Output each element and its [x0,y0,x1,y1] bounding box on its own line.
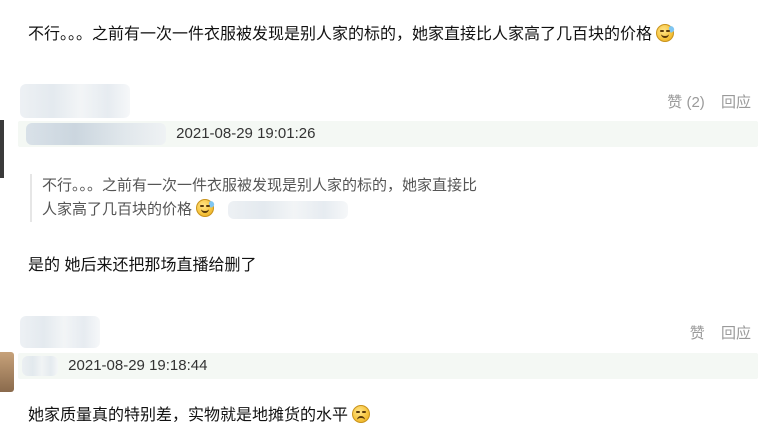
comment-meta: 2021-08-29 19:01:26 [18,121,758,147]
quoted-username[interactable] [228,201,349,220]
comment-actions: 赞 (2) 回应 [655,91,751,112]
avatar-edge [0,352,14,392]
comment-meta: 2021-08-29 19:18:44 [18,353,758,379]
comment-body: 是的 她后来还把那场直播给删了 [28,257,257,274]
quote-line: 人家高了几百块的价格 [42,198,477,222]
reply-button[interactable]: 回应 [721,94,751,111]
comment-text: 不行。。。之前有一次一件衣服被发现是别人家的标的，她家直接比人家高了几百块的价格 [28,20,676,44]
comment-text: 她家质量真的特别差，实物就是地摊货的水平 [28,401,371,425]
timestamp: 2021-08-29 19:01:26 [176,125,316,142]
reply-button[interactable]: 回应 [721,325,751,342]
sweat-smile-emoji [196,199,216,217]
avatar[interactable] [20,316,100,348]
like-button[interactable]: 赞 [690,325,705,342]
avatar-edge [0,120,4,178]
comment-body: 她家质量真的特别差，实物就是地摊货的水平 [28,407,349,424]
timestamp: 2021-08-29 19:18:44 [68,357,208,374]
quote-line: 不行。。。之前有一次一件衣服被发现是别人家的标的，她家直接比 [42,177,478,194]
like-button[interactable]: 赞 (2) [667,94,705,111]
comment-actions: 赞 回应 [678,322,751,343]
comment-body: 不行。。。之前有一次一件衣服被发现是别人家的标的，她家直接比人家高了几百块的价格 [28,26,653,43]
avatar[interactable] [20,84,130,118]
sad-emoji [352,405,371,423]
quoted-comment: 不行。。。之前有一次一件衣服被发现是别人家的标的，她家直接比 人家高了几百块的价… [30,174,477,222]
username[interactable] [26,123,166,146]
username[interactable] [22,356,58,377]
sweat-smile-emoji [656,24,676,42]
